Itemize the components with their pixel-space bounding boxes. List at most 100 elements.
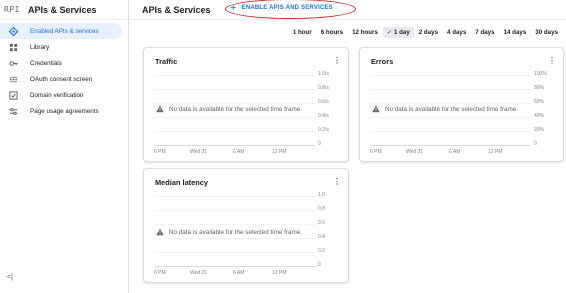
sidebar-item-enabled-apis[interactable]: Enabled APIs & services (0, 23, 122, 39)
enable-apis-button[interactable]: + ENABLE APIS AND SERVICES (230, 3, 333, 14)
x-tick: 6 PM (370, 149, 382, 155)
sidebar-item-library[interactable]: Library (0, 39, 128, 55)
gridline (154, 103, 316, 104)
y-tick: 0 (318, 262, 321, 268)
gridline (154, 224, 316, 225)
gridline (154, 252, 316, 253)
sidebar-item-label: Domain verification (30, 91, 84, 99)
time-option-12-hours[interactable]: 12 hours (348, 27, 382, 38)
gridline (370, 103, 531, 104)
y-tick: 1.0 (318, 192, 325, 198)
time-option-4-days[interactable]: 4 days (443, 27, 470, 38)
time-range-selector: 1 hour 6 hours 12 hours ✓ 1 day 2 days 4 … (288, 27, 562, 38)
time-option-2-days[interactable]: 2 days (415, 27, 442, 38)
sidebar-item-oauth-consent[interactable]: OAuth consent screen (0, 71, 128, 87)
time-option-1-day[interactable]: ✓ 1 day (382, 27, 414, 38)
axis-line (154, 266, 316, 267)
warning-icon (156, 105, 164, 113)
gridline (154, 238, 316, 239)
y-tick: 60% (534, 99, 545, 105)
y-tick: 0.4/s (318, 113, 329, 119)
time-option-1-hour[interactable]: 1 hour (289, 27, 316, 38)
gridline (370, 117, 531, 118)
diamond-icon (6, 26, 20, 36)
gridline (154, 89, 316, 90)
y-tick: 0 (318, 141, 321, 147)
y-tick: 0.2/s (318, 127, 329, 133)
y-tick: 100% (534, 71, 547, 77)
gridline (370, 89, 531, 90)
no-data-text: No data is available for the selected ti… (169, 105, 303, 113)
checkbox-icon (6, 90, 20, 100)
page-title: APIs & Services (142, 4, 211, 15)
sidebar-item-label: Page usage agreements (30, 107, 99, 115)
no-data-text: No data is available for the selected ti… (169, 228, 303, 236)
gridline (370, 131, 531, 132)
time-option-label: 1 day (393, 29, 410, 36)
sidebar: RPI APIs & Services Enabled APIs & servi… (0, 0, 129, 293)
gridline (154, 117, 316, 118)
x-tick: 6 PM (154, 149, 166, 155)
dots-icon (6, 74, 20, 84)
x-tick: 12 PM (488, 149, 503, 155)
card-title: Errors (371, 57, 394, 66)
time-option-7-days[interactable]: 7 days (471, 27, 498, 38)
key-icon (6, 58, 20, 68)
gridline (154, 131, 316, 132)
x-tick: 6 AM (233, 270, 245, 276)
y-tick: 0.4 (318, 234, 325, 240)
errors-card: Errors ⋮ 100% 80% 60% 40% 20% 0 6 PM Wed… (359, 47, 564, 162)
no-data-text: No data is available for the selected ti… (385, 105, 519, 113)
warning-icon (156, 228, 164, 236)
traffic-card: Traffic ⋮ 1.0/s 0.8/s 0.6/s 0.4/s 0.2/s … (143, 47, 349, 162)
time-option-6-hours[interactable]: 6 hours (317, 27, 347, 38)
y-tick: 0.2 (318, 248, 325, 254)
y-tick: 1.0/s (318, 71, 329, 77)
sidebar-nav: Enabled APIs & services Library Credenti… (0, 23, 128, 119)
sidebar-item-label: Credentials (30, 59, 62, 67)
y-tick: 0.6/s (318, 99, 329, 105)
axis-line (154, 145, 316, 146)
top-bar: APIs & Services (130, 0, 566, 20)
sidebar-item-page-usage-agreements[interactable]: Page usage agreements (0, 103, 128, 119)
y-tick: 40% (534, 113, 545, 119)
api-logo: RPI (4, 5, 20, 14)
time-option-14-days[interactable]: 14 days (500, 27, 531, 38)
sidebar-header: RPI APIs & Services (0, 0, 128, 20)
settings-list-icon (6, 106, 20, 116)
more-options-icon[interactable]: ⋮ (333, 57, 341, 65)
x-tick: Wed 31 (190, 270, 208, 276)
gridline (154, 210, 316, 211)
check-icon: ✓ (386, 30, 392, 36)
sidebar-item-label: Enabled APIs & services (30, 27, 99, 35)
x-tick: 12 PM (272, 149, 287, 155)
axis-line (370, 145, 531, 146)
card-title: Traffic (155, 57, 178, 66)
gridline (370, 75, 531, 76)
x-tick: 6 AM (449, 149, 461, 155)
no-data-message: No data is available for the selected ti… (156, 105, 302, 113)
x-tick: 12 PM (272, 270, 287, 276)
enable-apis-label: ENABLE APIS AND SERVICES (241, 5, 333, 11)
median-latency-card: Median latency ⋮ 1.0 0.8 0.6 0.4 0.2 0 6… (143, 168, 349, 283)
sidebar-title: APIs & Services (28, 4, 97, 15)
y-tick: 0.6 (318, 220, 325, 226)
more-options-icon[interactable]: ⋮ (548, 57, 556, 65)
sidebar-item-label: OAuth consent screen (30, 75, 93, 83)
y-tick: 0.8/s (318, 85, 329, 91)
y-tick: 20% (534, 127, 545, 133)
time-option-30-days[interactable]: 30 days (531, 27, 562, 38)
x-tick: 6 PM (154, 270, 166, 276)
x-tick: Wed 31 (406, 149, 424, 155)
x-tick: Wed 31 (190, 149, 208, 155)
warning-icon (372, 105, 380, 113)
card-title: Median latency (155, 178, 208, 187)
collapse-sidebar-button[interactable]: <| (7, 274, 13, 281)
no-data-message: No data is available for the selected ti… (372, 105, 518, 113)
sidebar-item-label: Library (30, 43, 50, 51)
sidebar-item-domain-verification[interactable]: Domain verification (0, 87, 128, 103)
no-data-message: No data is available for the selected ti… (156, 228, 302, 236)
gridline (154, 75, 316, 76)
more-options-icon[interactable]: ⋮ (333, 178, 341, 186)
sidebar-item-credentials[interactable]: Credentials (0, 55, 128, 71)
